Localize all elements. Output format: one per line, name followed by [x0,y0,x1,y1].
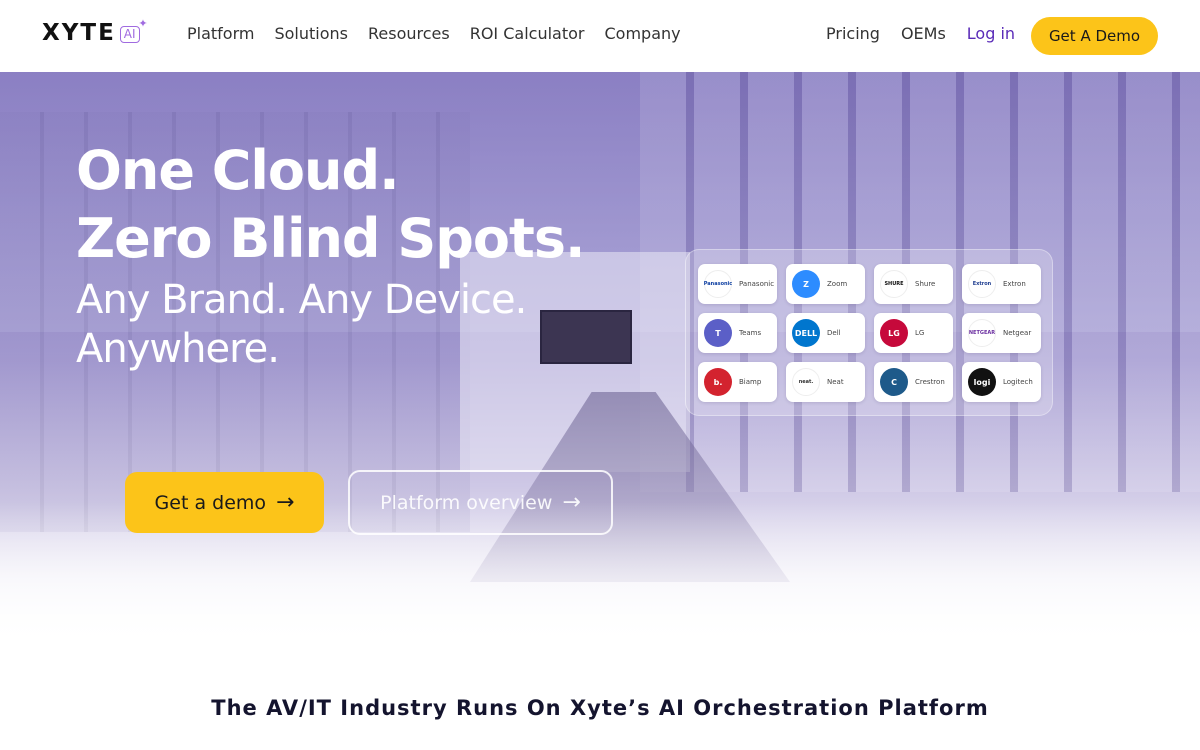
menu-solutions[interactable]: Solutions [274,24,348,43]
brand-name: Crestron [915,378,945,386]
get-a-demo-nav-button[interactable]: Get A Demo [1031,17,1158,55]
main-menu: Platform Solutions Resources ROI Calcula… [187,24,681,43]
get-a-demo-button[interactable]: Get a demo → [125,472,324,533]
top-nav: XYTE AI ✦ Platform Solutions Resources R… [0,0,1200,72]
hero-background-tv [540,310,632,364]
sparkle-icon: ✦ [138,17,148,30]
brand-card-teams: T Teams [698,313,777,353]
neat-logo-icon: neat. [792,368,820,396]
xyte-logo[interactable]: XYTE AI ✦ [42,17,148,46]
industry-tagline: The AV/IT Industry Runs On Xyte’s AI Orc… [211,696,989,720]
brand-name: Extron [1003,280,1026,288]
brand-card-lg: LG LG [874,313,953,353]
menu-resources[interactable]: Resources [368,24,450,43]
hero-subline-line-2: Anywhere. [76,326,280,372]
crestron-logo-icon: C [880,368,908,396]
brand-grid: Panasonic Panasonic Z Zoom SHURE Shure Extron E… [698,264,1041,402]
biamp-logo-icon: b. [704,368,732,396]
brand-card-shure: SHURE Shure [874,264,953,304]
brand-name: Shure [915,280,936,288]
panasonic-logo-icon: Panasonic [704,270,732,298]
brand-card-logitech: logi Logitech [962,362,1041,402]
extron-logo-icon: Extron [968,270,996,298]
brand-card-netgear: NETGEAR Netgear [962,313,1041,353]
logo-ai-badge: AI [119,25,140,44]
hero-section: One Cloud. Zero Blind Spots. Any Brand. … [0,72,1200,650]
menu-roi-calculator[interactable]: ROI Calculator [470,24,585,43]
get-a-demo-label: Get a demo [154,491,267,514]
zoom-logo-icon: Z [792,270,820,298]
logo-wordmark: XYTE [42,20,116,46]
lg-logo-icon: LG [880,319,908,347]
brand-name: Netgear [1003,329,1032,337]
brand-card-panasonic: Panasonic Panasonic [698,264,777,304]
brand-name: Dell [827,329,841,337]
hero-headline-line-1: One Cloud. [76,139,400,202]
menu-pricing[interactable]: Pricing [826,24,880,43]
menu-platform[interactable]: Platform [187,24,254,43]
brand-name: Biamp [739,378,762,386]
menu-oems[interactable]: OEMs [901,24,946,43]
brand-card-zoom: Z Zoom [786,264,865,304]
brand-card-extron: Extron Extron [962,264,1041,304]
logitech-logo-icon: logi [968,368,996,396]
platform-overview-label: Platform overview [380,491,553,514]
brand-name: Zoom [827,280,848,288]
netgear-logo-icon: NETGEAR [968,319,996,347]
brand-card-neat: neat. Neat [786,362,865,402]
login-link[interactable]: Log in [967,24,1015,43]
secondary-menu: Pricing OEMs Log in [826,24,1015,43]
arrow-right-icon: → [276,489,295,515]
hero-subline-line-1: Any Brand. Any Device. [76,277,527,323]
hero-headline-line-2: Zero Blind Spots. [76,207,585,270]
dell-logo-icon: DELL [792,319,820,347]
brand-name: Logitech [1003,378,1033,386]
brand-card-dell: DELL Dell [786,313,865,353]
platform-overview-button[interactable]: Platform overview → [348,470,613,535]
brand-name: LG [915,329,925,337]
brand-card-crestron: C Crestron [874,362,953,402]
menu-company[interactable]: Company [604,24,680,43]
shure-logo-icon: SHURE [880,270,908,298]
brand-name: Teams [739,329,762,337]
arrow-right-icon: → [562,489,581,515]
teams-logo-icon: T [704,319,732,347]
brand-card-biamp: b. Biamp [698,362,777,402]
brand-name: Neat [827,378,844,386]
brand-name: Panasonic [739,280,775,288]
